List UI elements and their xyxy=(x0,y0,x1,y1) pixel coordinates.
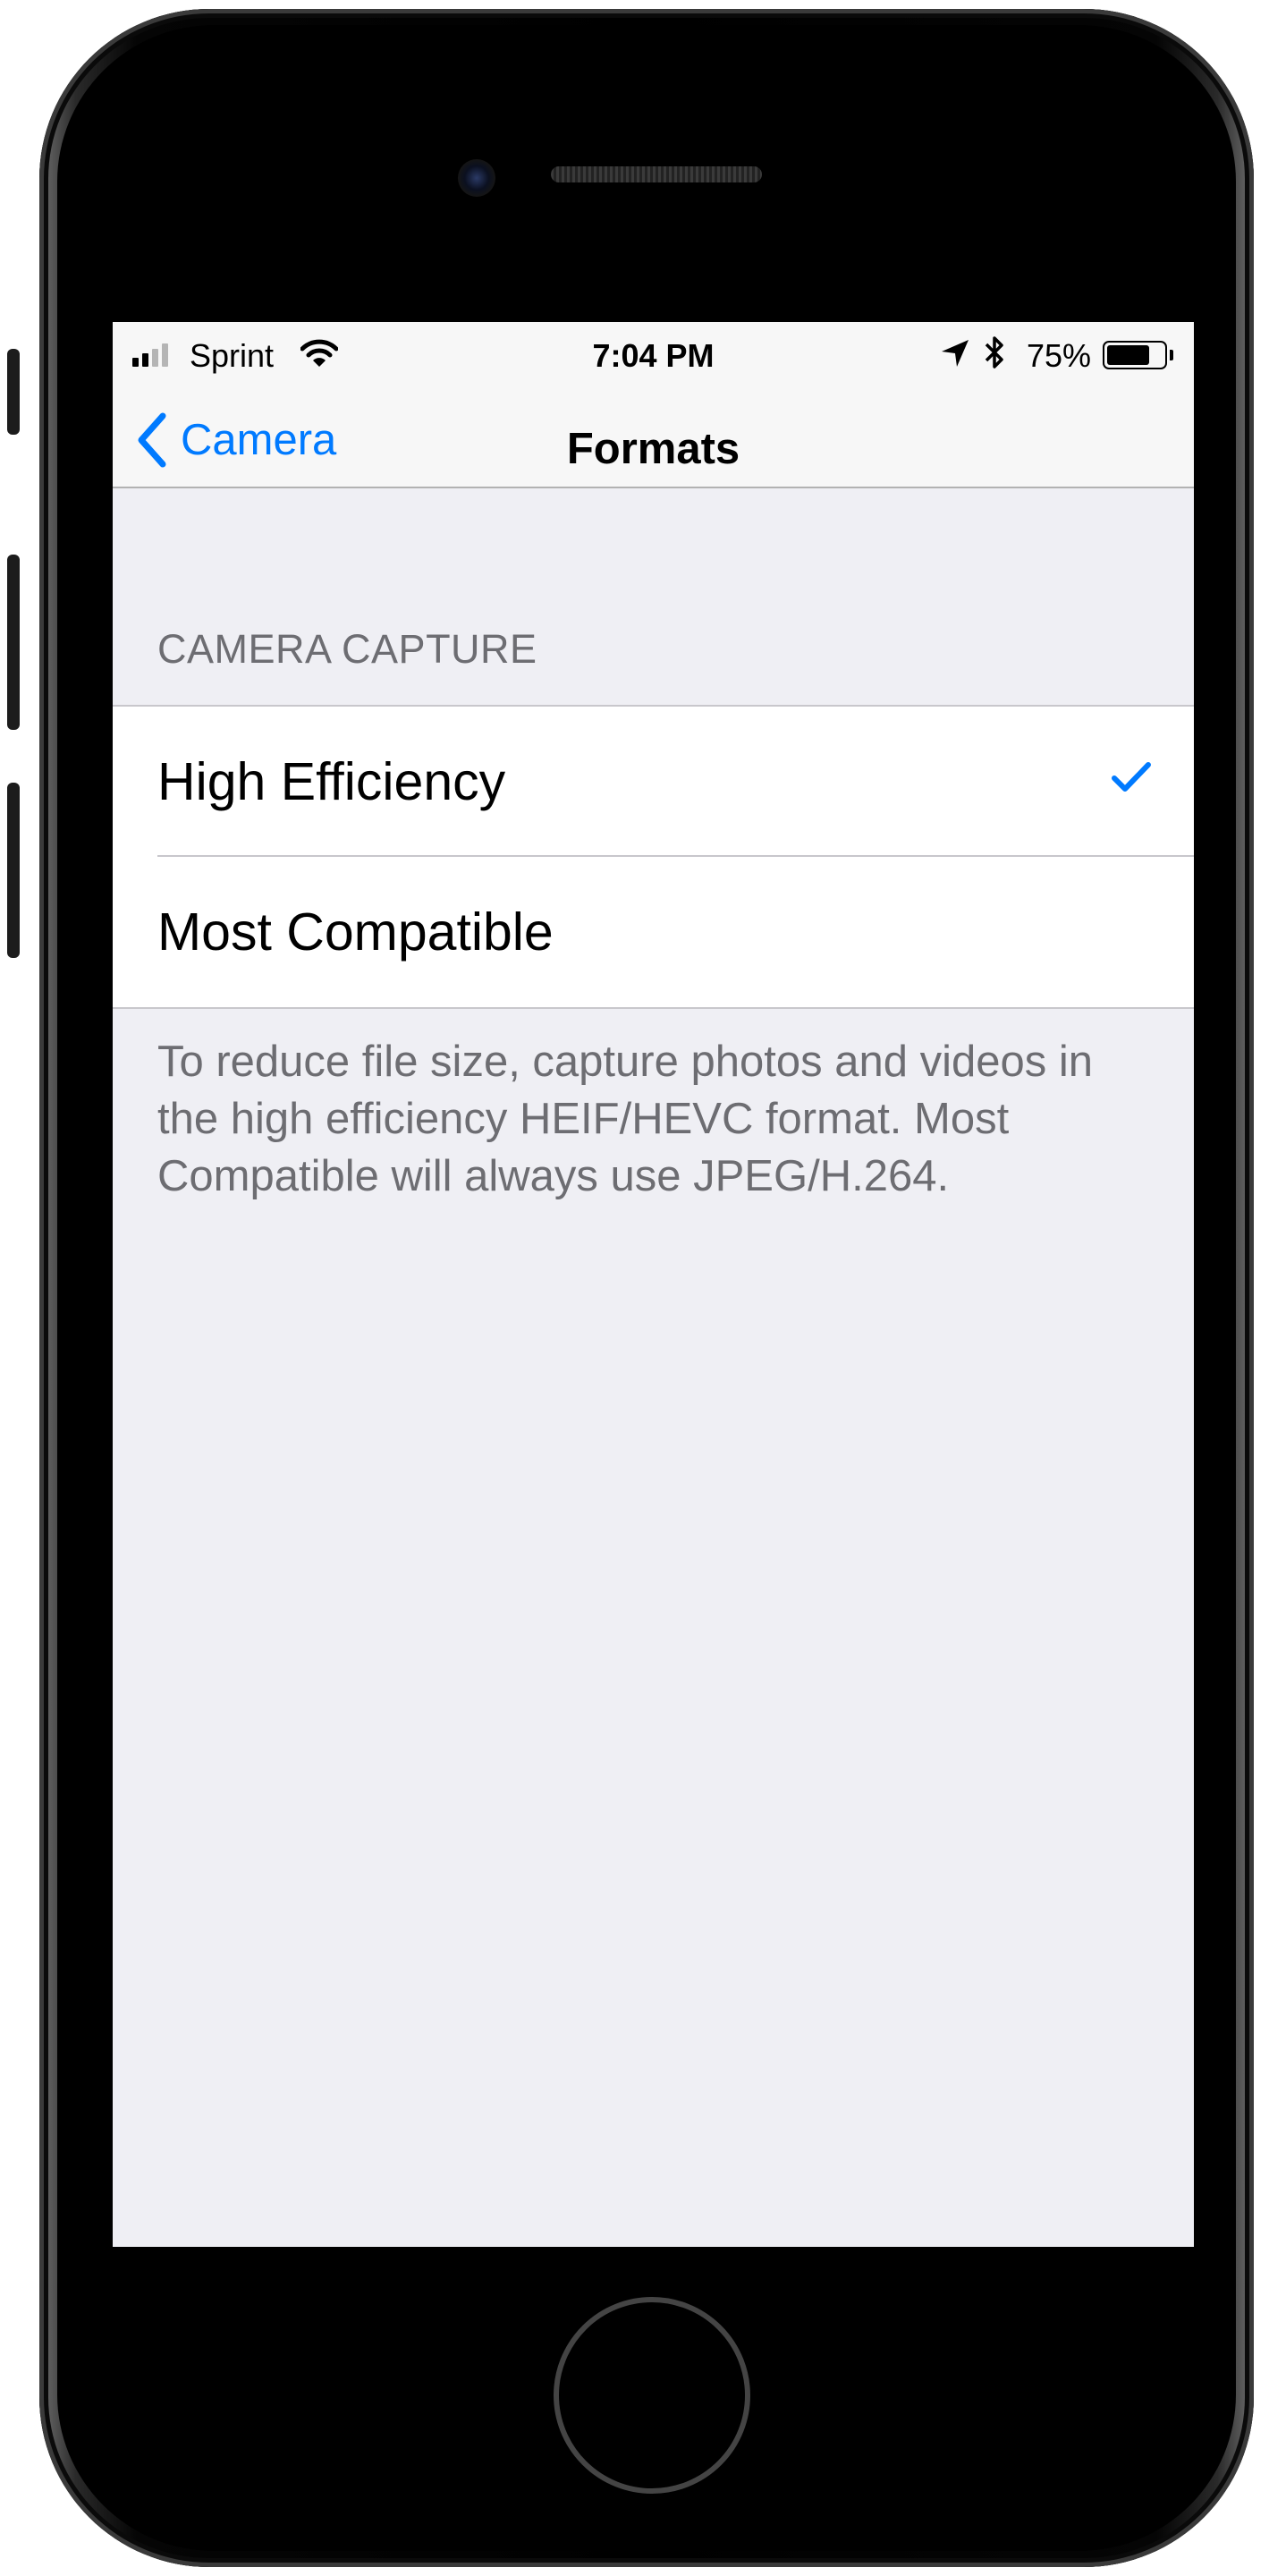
battery-percentage: 75% xyxy=(1027,337,1092,374)
battery-cap xyxy=(1170,350,1173,360)
screen: Sprint 7:04 PM 75% Camera Formats CAMERA… xyxy=(113,322,1194,2247)
option-label: Most Compatible xyxy=(157,902,554,962)
battery-fill xyxy=(1107,345,1149,365)
front-camera-icon xyxy=(458,159,495,197)
location-arrow-icon xyxy=(940,338,970,377)
option-high-efficiency[interactable]: High Efficiency xyxy=(113,707,1194,857)
bluetooth-icon xyxy=(982,335,1007,378)
section-header: CAMERA CAPTURE xyxy=(157,626,537,672)
battery-icon xyxy=(1103,341,1167,369)
checkmark-icon xyxy=(1112,762,1151,797)
home-button[interactable] xyxy=(554,2297,750,2494)
option-most-compatible[interactable]: Most Compatible xyxy=(113,857,1194,1007)
option-label: High Efficiency xyxy=(157,752,506,811)
status-bar: Sprint 7:04 PM 75% xyxy=(113,322,1194,388)
earpiece-speaker xyxy=(551,166,762,182)
format-options-list: High Efficiency Most Compatible xyxy=(113,705,1194,1009)
navigation-bar: Camera Formats xyxy=(113,388,1194,488)
volume-up-button xyxy=(7,555,20,730)
mute-switch xyxy=(7,349,20,435)
section-footer: To reduce file size, capture photos and … xyxy=(157,1038,1093,1200)
volume-down-button xyxy=(7,783,20,958)
page-title: Formats xyxy=(566,425,740,473)
